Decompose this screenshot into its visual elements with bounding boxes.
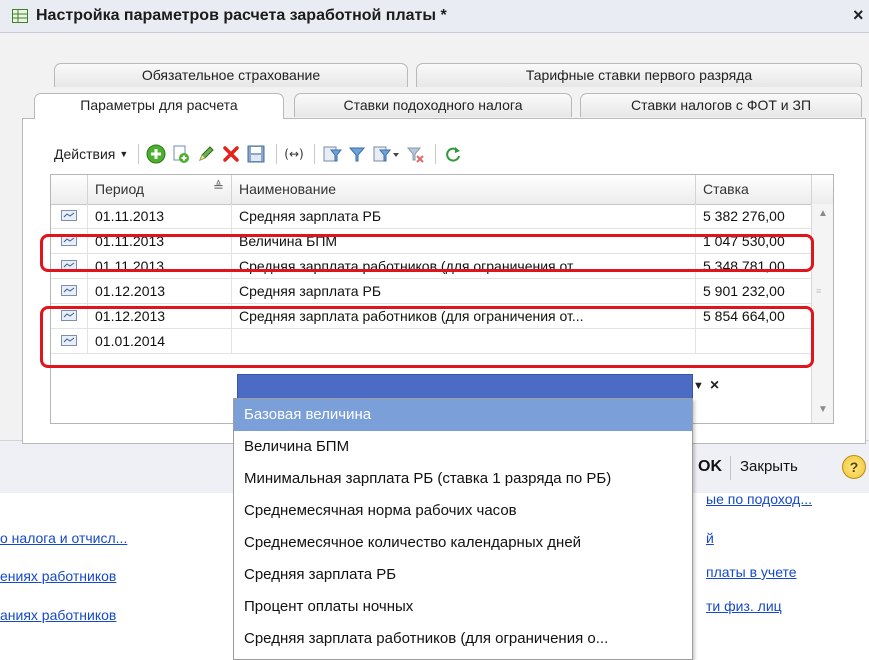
bg-link-payment-accounting[interactable]: платы в учете [706, 564, 797, 580]
list-item[interactable]: Минимальная зарплата РБ (ставка 1 разряд… [234, 463, 692, 495]
cell-rate: 5 382 276,00 [703, 208, 785, 224]
cell-period: 01.12.2013 [95, 283, 166, 299]
list-item[interactable]: Среднемесячная норма рабочих часов [234, 495, 692, 527]
cell-divider [231, 204, 232, 228]
list-item[interactable]: Средняя зарплата РБ [234, 559, 692, 591]
cell-divider [695, 204, 696, 228]
record-icon [61, 285, 77, 296]
toolbar-separator [435, 144, 437, 164]
close-icon[interactable]: × [853, 5, 864, 26]
grid-toolbar: Действия ▼ (↔) [32, 140, 467, 168]
bg-link-short[interactable]: й [706, 530, 714, 546]
actions-menu[interactable]: Действия ▼ [32, 146, 132, 162]
tab-payroll-tax-rates[interactable]: Ставки налогов с ФОТ и ЗП [580, 93, 862, 117]
table-header: Период ≜ Наименование Ставка [51, 175, 833, 205]
table-row[interactable]: 01.11.2013 Средняя зарплата РБ 5 382 276… [51, 204, 811, 229]
refresh-icon[interactable] [442, 143, 464, 165]
name-edit-field[interactable] [237, 374, 693, 400]
cell-divider [231, 279, 232, 303]
column-header-name[interactable]: Наименование [239, 181, 336, 197]
clear-filter-icon[interactable] [404, 143, 426, 165]
choice-dropdown-icon[interactable]: ▼ [693, 380, 704, 392]
highlight-box-bpm [40, 234, 814, 272]
tab-tariff-rates[interactable]: Тарифные ставки первого разряда [416, 63, 862, 87]
tab-income-tax-rates[interactable]: Ставки подоходного налога [294, 93, 572, 117]
filter-icon[interactable] [321, 143, 343, 165]
toolbar-separator [314, 144, 316, 164]
record-icon [61, 210, 77, 221]
column-divider [87, 175, 88, 204]
close-button[interactable]: Закрыть [740, 458, 798, 475]
table-grid-icon [12, 9, 28, 23]
bg-link-tax-deductions[interactable]: о налога и отчисл... [0, 530, 127, 546]
copy-icon[interactable] [170, 143, 192, 165]
title-bar: Настройка параметров расчета заработной … [0, 0, 869, 33]
bg-link-employee-info-2[interactable]: аниях работников [0, 607, 116, 623]
cell-period: 01.11.2013 [95, 208, 165, 224]
edit-field-buttons: ▼ × [693, 374, 733, 398]
filter-list-icon[interactable] [371, 143, 401, 165]
cell-name: Средняя зарплата РБ [239, 283, 382, 299]
actions-label: Действия [54, 146, 116, 162]
svg-text:(↔): (↔) [285, 147, 304, 161]
column-divider [695, 175, 696, 204]
value-choice-list: Базовая величина Величина БПМ Минимальна… [233, 398, 693, 660]
list-item[interactable]: Процент оплаты ночных [234, 591, 692, 623]
scroll-thumb-grip[interactable]: ≡ [816, 286, 821, 296]
list-item[interactable]: Средняя зарплата работников (для огранич… [234, 623, 692, 655]
highlight-box-december [40, 306, 814, 368]
dialog-title: Настройка параметров расчета заработной … [36, 7, 447, 24]
ok-button[interactable]: OK [698, 458, 722, 476]
sort-ascending-icon[interactable]: ≜ [213, 179, 224, 195]
cell-divider [87, 204, 88, 228]
clear-icon[interactable]: × [710, 377, 719, 395]
set-interval-icon[interactable]: (↔) [283, 143, 305, 165]
settings-dialog: Настройка параметров расчета заработной … [0, 0, 869, 493]
list-item[interactable]: Среднемесячное количество календарных дн… [234, 527, 692, 559]
toolbar-separator [138, 144, 140, 164]
list-item[interactable]: Базовая величина [234, 399, 692, 431]
bg-link-individuals[interactable]: ти физ. лиц [706, 598, 782, 614]
table-row[interactable]: 01.12.2013 Средняя зарплата РБ 5 901 232… [51, 279, 811, 304]
tab-mandatory-insurance[interactable]: Обязательное страхование [54, 63, 408, 87]
column-divider [231, 175, 232, 204]
bg-link-income-tax[interactable]: ые по подоход... [706, 491, 812, 507]
tab-calc-parameters[interactable]: Параметры для расчета [34, 93, 284, 119]
rates-table: Период ≜ Наименование Ставка 01.11.2013 … [50, 174, 834, 424]
bg-link-employee-info-1[interactable]: ениях работников [0, 568, 116, 584]
cell-divider [695, 279, 696, 303]
filter-by-value-icon[interactable] [346, 143, 368, 165]
toolbar-separator [276, 144, 278, 164]
button-separator [730, 456, 731, 480]
list-item[interactable]: Величина БПМ [234, 431, 692, 463]
column-header-period[interactable]: Период [95, 181, 144, 197]
delete-icon[interactable] [220, 143, 242, 165]
column-divider [811, 175, 812, 204]
cell-divider [87, 279, 88, 303]
vertical-scrollbar[interactable]: ▲ ≡ ▼ [811, 204, 833, 423]
cell-rate: 5 901 232,00 [703, 283, 785, 299]
add-icon[interactable] [145, 143, 167, 165]
edit-pencil-icon[interactable] [195, 143, 217, 165]
save-icon[interactable] [245, 143, 267, 165]
scroll-up-icon[interactable]: ▲ [818, 208, 828, 219]
dropdown-arrow-icon: ▼ [119, 149, 129, 159]
scroll-down-icon[interactable]: ▼ [818, 404, 828, 415]
cell-name: Средняя зарплата РБ [239, 208, 382, 224]
help-icon[interactable]: ? [842, 455, 866, 479]
column-header-rate[interactable]: Ставка [703, 181, 749, 197]
